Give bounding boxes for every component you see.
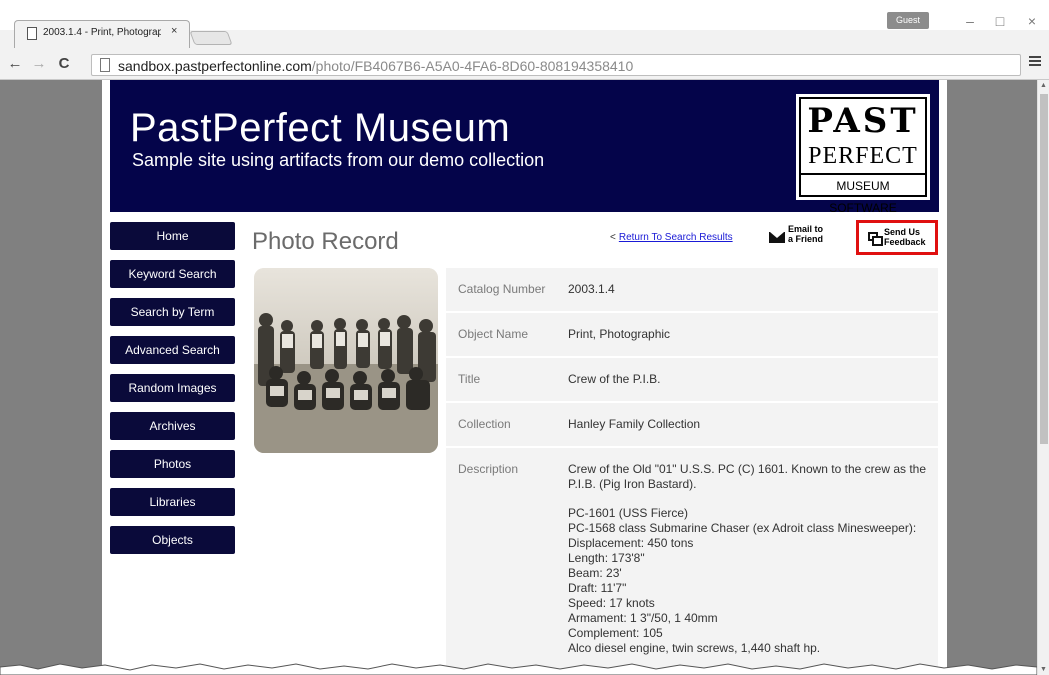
browser-chrome: 2003.1.4 - Print, Photographic × Guest –… [0, 0, 1049, 52]
maximize-button[interactable]: □ [985, 12, 1015, 30]
description-line: Length: 173'8" [568, 551, 645, 565]
description-line: Displacement: 450 tons [568, 536, 694, 550]
description-paragraph: Crew of the Old "01" U.S.S. PC (C) 1601.… [568, 462, 927, 491]
page-content: PastPerfect Museum Sample site using art… [102, 80, 947, 675]
description-line: Beam: 23' [568, 566, 622, 580]
tab-close-icon[interactable]: × [171, 25, 177, 37]
site-title: PastPerfect Museum [130, 106, 511, 150]
field-value: 2003.1.4 [568, 282, 615, 296]
feedback-label-line1: Send Us [884, 227, 921, 237]
nav-objects[interactable]: Objects [110, 526, 235, 554]
description-value: Crew of the Old "01" U.S.S. PC (C) 1601.… [568, 448, 938, 670]
site-subtitle: Sample site using artifacts from our dem… [132, 150, 545, 170]
field-row-catalog-number: Catalog Number 2003.1.4 [446, 268, 938, 311]
feedback-label-line2: Feedback [884, 237, 926, 247]
field-row-description: Description Crew of the Old "01" U.S.S. … [446, 448, 938, 670]
nav-keyword-search[interactable]: Keyword Search [110, 260, 235, 288]
feedback-label: Send Us Feedback [884, 227, 934, 247]
crew-photo-image [254, 268, 438, 453]
scroll-down-icon[interactable]: ▼ [1040, 666, 1047, 673]
nav-advanced-search[interactable]: Advanced Search [110, 336, 235, 364]
page-title: Photo Record [252, 228, 399, 255]
scroll-up-icon[interactable]: ▲ [1040, 82, 1047, 89]
description-line: Speed: 17 knots [568, 596, 655, 610]
field-value: Hanley Family Collection [568, 417, 701, 431]
envelope-icon [769, 232, 785, 243]
tab-title: 2003.1.4 - Print, Photographic [43, 27, 161, 38]
field-label: Catalog Number [458, 282, 546, 296]
forward-arrow-icon[interactable]: → [30, 55, 48, 73]
description-line: Alco diesel engine, twin screws, 1,440 s… [568, 641, 821, 655]
vertical-scrollbar[interactable]: ▲ ▼ [1037, 80, 1049, 675]
email-friend-label: Email to a Friend [788, 224, 838, 244]
browser-toolbar: ← → C sandbox.pastperfectonline.com/phot… [0, 50, 1049, 80]
return-to-search-link[interactable]: < Return To Search Results [610, 232, 733, 243]
scroll-thumb[interactable] [1040, 94, 1048, 444]
email-label-line1: Email to [788, 224, 824, 234]
logo-museum-software-text: MUSEUM SOFTWARE [801, 173, 925, 215]
address-bar[interactable]: sandbox.pastperfectonline.com/photo/FB40… [91, 54, 1021, 76]
site-banner: PastPerfect Museum Sample site using art… [110, 80, 939, 215]
logo-frame: PAST PERFECT MUSEUM SOFTWARE [799, 97, 927, 215]
browser-tab[interactable]: 2003.1.4 - Print, Photographic × [14, 20, 190, 48]
record-details: Catalog Number 2003.1.4 Object Name Prin… [446, 268, 938, 672]
field-row-object-name: Object Name Print, Photographic [446, 313, 938, 356]
torn-edge-divider [0, 663, 1037, 675]
back-arrow-icon[interactable]: ← [6, 55, 24, 73]
description-line: Complement: 105 [568, 626, 663, 640]
logo-perfect-text: PERFECT [808, 143, 918, 169]
nav-photos[interactable]: Photos [110, 450, 235, 478]
description-line: Draft: 11'7" [568, 581, 627, 595]
nav-search-by-term[interactable]: Search by Term [110, 298, 235, 326]
email-label-line2: a Friend [788, 234, 824, 244]
new-tab-button[interactable] [189, 31, 233, 45]
nav-home[interactable]: Home [110, 222, 235, 250]
description-line: PC-1601 (USS Fierce) [568, 506, 689, 520]
minimize-button[interactable]: – [955, 12, 985, 30]
feedback-icon [868, 232, 883, 246]
close-window-button[interactable]: × [1017, 12, 1047, 30]
record-photo[interactable] [254, 268, 438, 453]
description-line: Armament: 1 3"/50, 1 40mm [568, 611, 718, 625]
send-feedback-button[interactable]: Send Us Feedback [856, 220, 938, 255]
field-label: Collection [458, 417, 511, 431]
logo-past-text: PAST [807, 101, 919, 141]
url-host: sandbox.pastperfectonline.com [118, 58, 312, 74]
return-link-label: Return To Search Results [618, 232, 733, 243]
reload-icon[interactable]: C [55, 55, 73, 73]
document-icon [27, 27, 37, 40]
field-row-collection: Collection Hanley Family Collection [446, 403, 938, 446]
guest-badge[interactable]: Guest [887, 12, 929, 29]
pastperfect-logo[interactable]: PAST PERFECT MUSEUM SOFTWARE [796, 94, 930, 215]
url-text: sandbox.pastperfectonline.com/photo/FB40… [118, 57, 633, 75]
url-path: /photo/FB4067B6-A5A0-4FA6-8D60-808194358… [311, 58, 634, 74]
hamburger-menu-icon[interactable] [1029, 56, 1041, 68]
field-label: Object Name [458, 327, 529, 341]
nav-random-images[interactable]: Random Images [110, 374, 235, 402]
field-label: Description [458, 462, 519, 476]
nav-archives[interactable]: Archives [110, 412, 235, 440]
page-viewport: PastPerfect Museum Sample site using art… [0, 80, 1037, 675]
field-label: Title [458, 372, 481, 386]
field-value: Print, Photographic [568, 327, 671, 341]
field-row-title: Title Crew of the P.I.B. [446, 358, 938, 401]
page-info-icon[interactable] [100, 58, 110, 72]
sidebar-nav: Home Keyword Search Search by Term Advan… [110, 222, 235, 564]
chevron-left-icon: < [610, 232, 616, 243]
description-line: PC-1568 class Submarine Chaser (ex Adroi… [568, 521, 917, 535]
nav-libraries[interactable]: Libraries [110, 488, 235, 516]
field-value: Crew of the P.I.B. [568, 372, 661, 386]
